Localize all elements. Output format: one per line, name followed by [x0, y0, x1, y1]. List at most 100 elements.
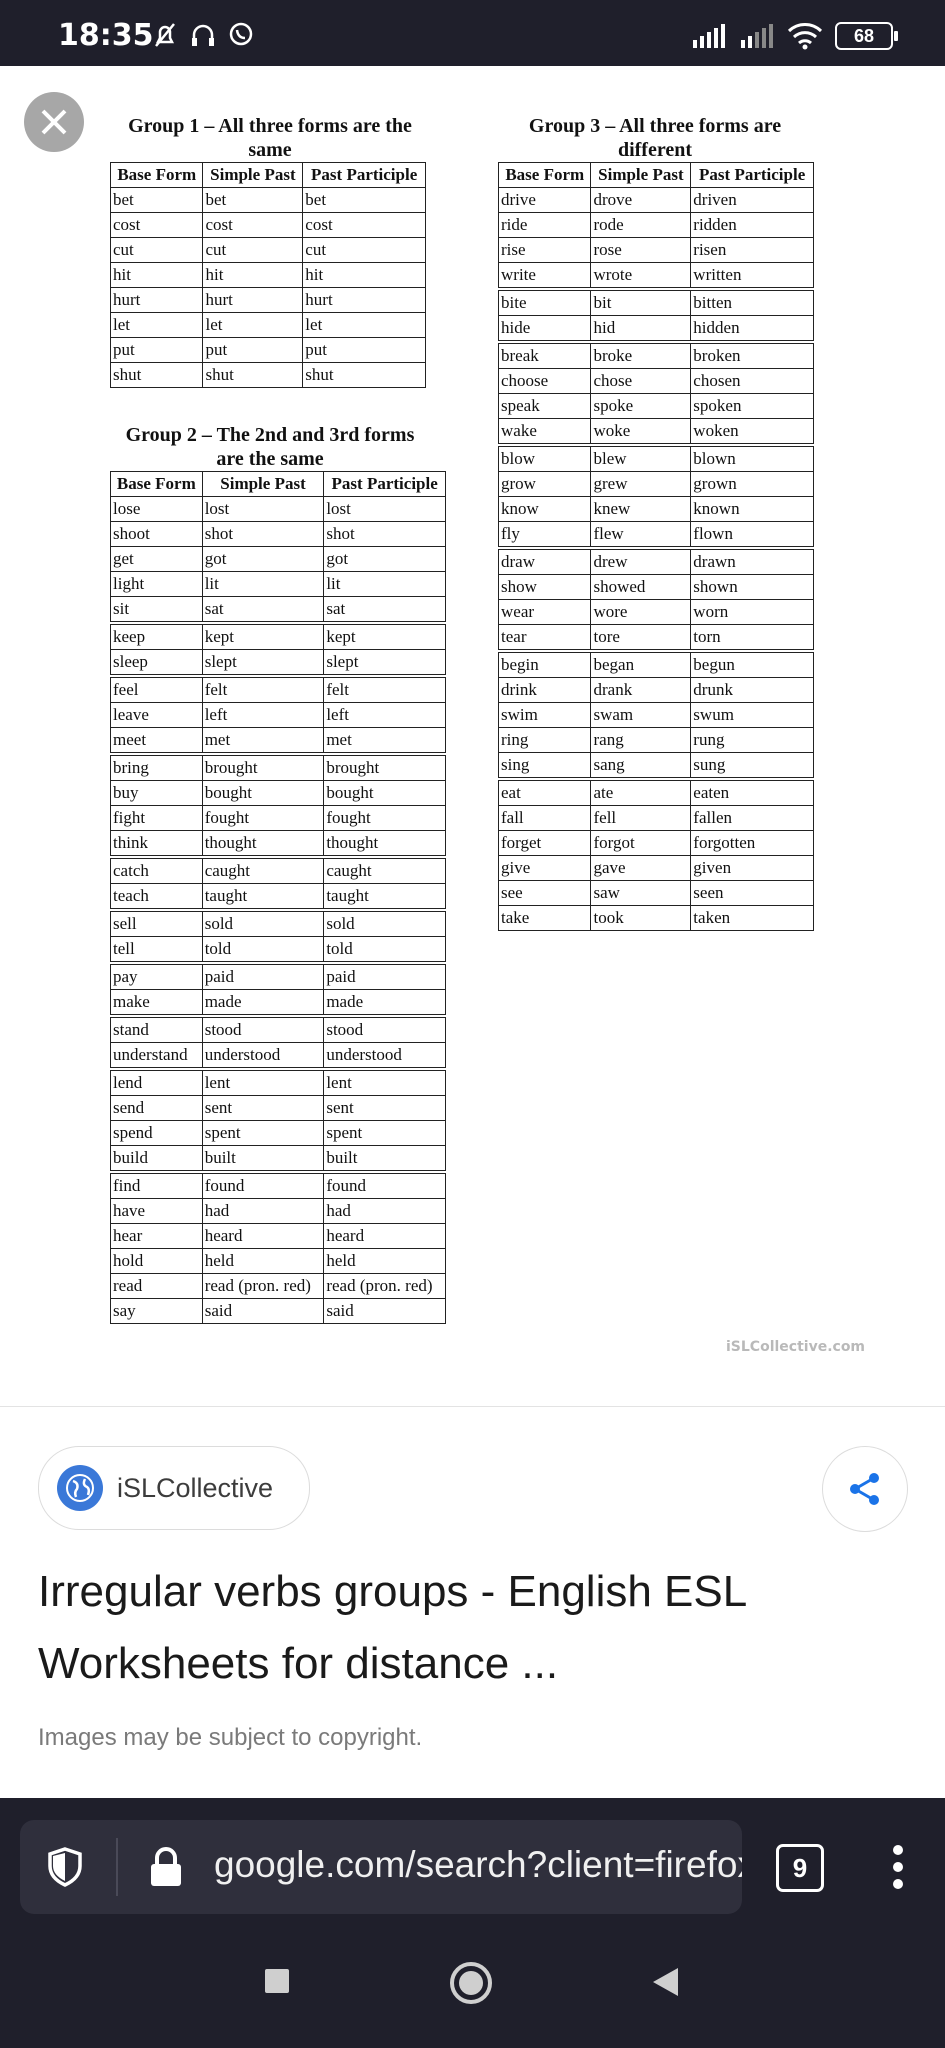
past-participle-cell: taken [690, 905, 814, 931]
column-header: Past Participle [690, 162, 814, 188]
base-form-cell: hurt [109, 287, 204, 313]
menu-icon[interactable] [890, 1842, 906, 1892]
table-row: write wrote written [497, 262, 814, 290]
past-participle-cell: driven [690, 187, 814, 213]
past-participle-cell: flown [690, 521, 814, 549]
base-form-cell: keep [110, 621, 203, 650]
group1-title-line2: same [248, 139, 292, 161]
base-form-cell: tear [497, 624, 592, 652]
past-participle-cell: begun [690, 649, 814, 678]
base-form-cell: swim [497, 702, 592, 728]
past-participle-cell: ridden [690, 212, 814, 238]
base-form-cell: put [109, 337, 204, 363]
base-form-cell: give [497, 855, 592, 881]
group1-title-line1: Group 1 – All three forms are the [128, 115, 412, 137]
base-form-cell: light [110, 571, 203, 597]
table-row: swim swam swum [497, 702, 814, 728]
simple-past-cell: grew [590, 471, 692, 497]
base-form-cell: wake [497, 418, 592, 446]
past-participle-cell: slept [323, 649, 446, 677]
table-row: break broke broken [497, 340, 814, 369]
base-form-cell: think [110, 830, 203, 858]
group3-title-line1: Group 3 – All three forms are [528, 115, 782, 137]
signal-icon [693, 24, 725, 48]
tabs-button[interactable]: 9 [776, 1844, 824, 1892]
table-row: understand understood understood [110, 1042, 446, 1070]
base-form-cell: lose [110, 496, 203, 522]
past-participle-cell: hit [302, 262, 426, 288]
status-notification-icons [150, 20, 256, 50]
browser-toolbar: google.com/search?client=firefox-b-m 9 [0, 1798, 945, 2048]
past-participle-cell: left [323, 702, 446, 728]
close-icon [41, 109, 67, 135]
past-participle-cell: lost [323, 496, 446, 522]
simple-past-cell: found [201, 1170, 325, 1199]
simple-past-cell: drank [590, 677, 692, 703]
simple-past-cell: brought [201, 752, 325, 781]
table-row: tear tore torn [497, 624, 814, 652]
base-form-cell: sell [110, 908, 203, 937]
table-row: catch caught caught [110, 855, 446, 884]
simple-past-cell: read (pron. red) [201, 1273, 325, 1299]
table-row: make made made [110, 989, 446, 1017]
share-icon [850, 1473, 879, 1505]
past-participle-cell: swum [690, 702, 814, 728]
base-form-cell: say [110, 1298, 203, 1324]
past-participle-cell: blown [690, 443, 814, 472]
base-form-cell: know [497, 496, 592, 522]
divider [0, 1406, 945, 1407]
lock-icon[interactable] [146, 1844, 186, 1890]
table-row: shut shut shut [109, 362, 426, 388]
base-form-cell: find [110, 1170, 203, 1199]
column-header: Base Form [110, 471, 203, 497]
table-row: leave left left [110, 702, 446, 728]
simple-past-cell: hurt [202, 287, 304, 313]
simple-past-cell: cut [202, 237, 304, 263]
base-form-cell: make [110, 989, 203, 1017]
simple-past-cell: understood [201, 1042, 325, 1070]
past-participle-cell: sung [690, 752, 814, 780]
base-form-cell: forget [497, 830, 592, 856]
base-form-cell: break [497, 340, 592, 369]
table-row: stand stood stood [110, 1014, 446, 1043]
past-participle-cell: fought [323, 805, 446, 831]
recents-icon[interactable] [262, 1966, 292, 1996]
table-row: sing sang sung [497, 752, 814, 780]
table-row: sit sat sat [110, 596, 446, 624]
simple-past-cell: ate [590, 777, 692, 806]
simple-past-cell: lent [201, 1067, 325, 1096]
base-form-cell: fight [110, 805, 203, 831]
table-row: feel felt felt [110, 674, 446, 703]
simple-past-cell: tore [590, 624, 692, 652]
url-text[interactable]: google.com/search?client=firefox-b-m [214, 1844, 742, 1886]
group3-table: Base Form Simple Past Past Participle driv… [497, 162, 814, 931]
table-row: ride rode ridden [497, 212, 814, 238]
group2-header-row: Base Form Simple Past Past Participle [110, 471, 446, 497]
source-chip[interactable]: iSLCollective [38, 1446, 310, 1530]
back-icon[interactable] [650, 1966, 680, 1998]
table-row: take took taken [497, 905, 814, 931]
simple-past-cell: flew [590, 521, 692, 549]
simple-past-cell: caught [201, 855, 325, 884]
table-row: grow grew grown [497, 471, 814, 497]
share-button[interactable] [822, 1446, 908, 1532]
table-row: fight fought fought [110, 805, 446, 831]
base-form-cell: begin [497, 649, 592, 678]
home-icon[interactable] [448, 1960, 494, 2006]
past-participle-cell: built [323, 1145, 446, 1173]
url-bar[interactable]: google.com/search?client=firefox-b-m [20, 1820, 742, 1914]
shield-icon[interactable] [42, 1844, 88, 1890]
simple-past-cell: blew [590, 443, 692, 472]
simple-past-cell: taught [201, 883, 325, 911]
base-form-cell: draw [497, 546, 592, 575]
simple-past-cell: got [201, 546, 325, 572]
result-title[interactable]: Irregular verbs groups - English ESL Wor… [38, 1556, 858, 1700]
table-row: know knew known [497, 496, 814, 522]
past-participle-cell: understood [323, 1042, 446, 1070]
simple-past-cell: bet [202, 187, 304, 213]
past-participle-cell: hurt [302, 287, 426, 313]
close-button[interactable] [24, 92, 84, 152]
table-row: put put put [109, 337, 426, 363]
table-row: bite bit bitten [497, 287, 814, 316]
past-participle-cell: thought [323, 830, 446, 858]
